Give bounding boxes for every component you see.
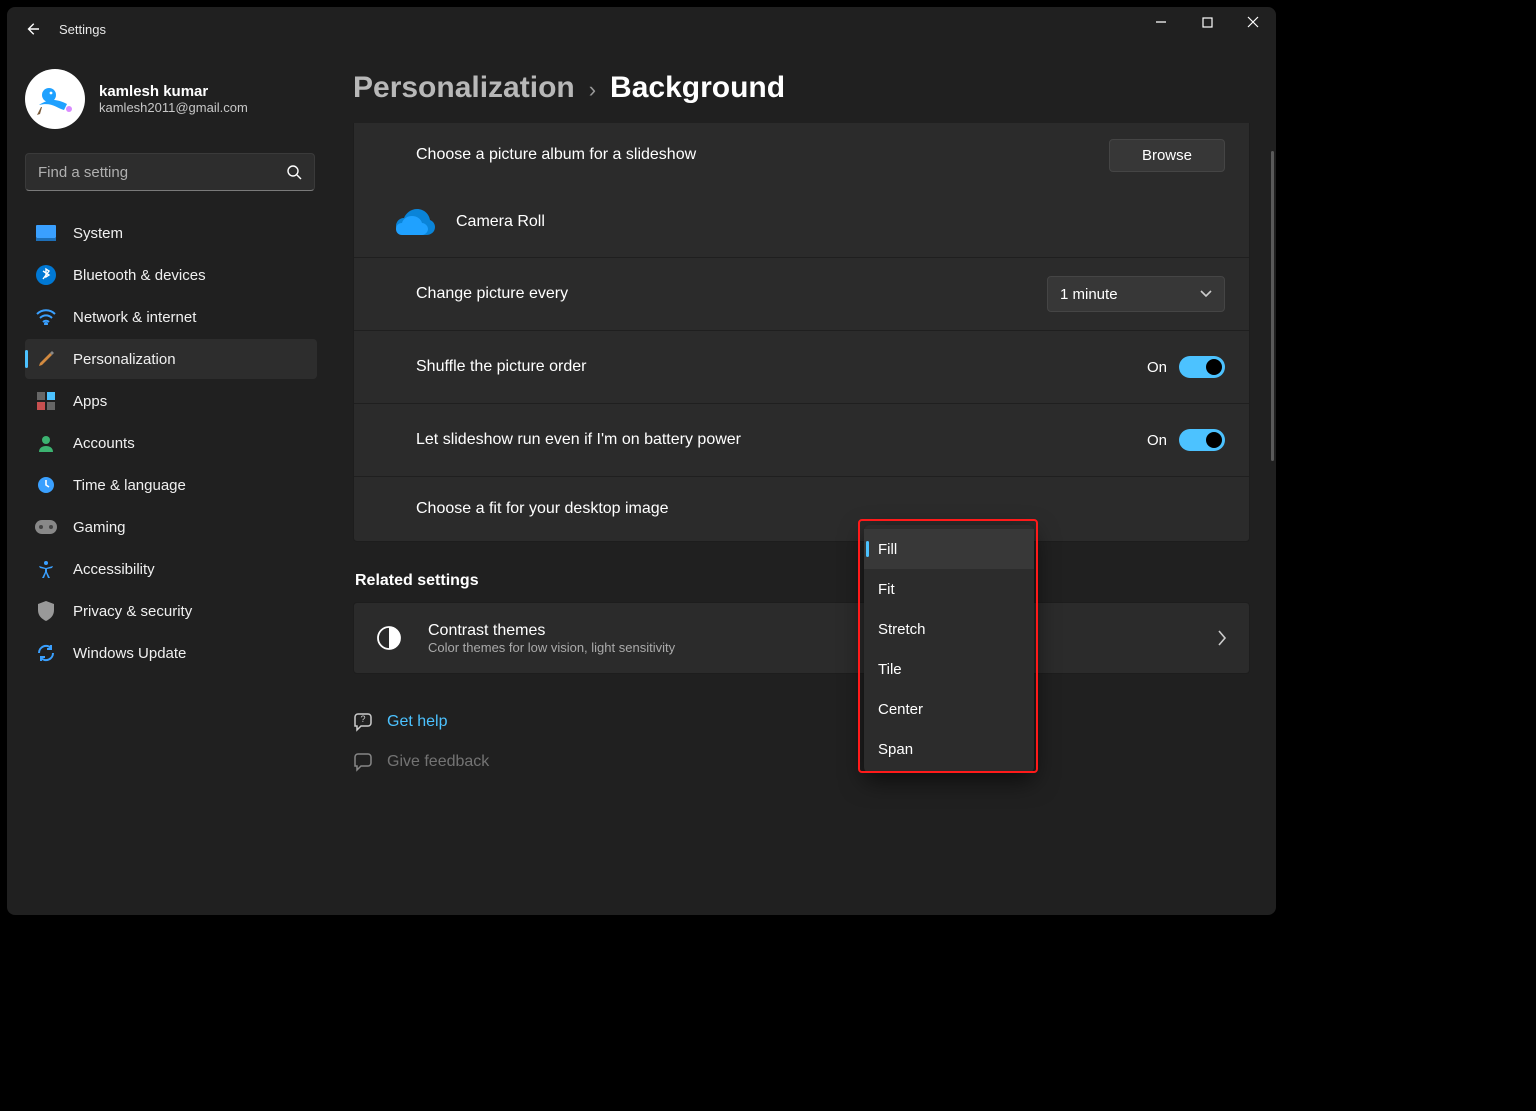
nav-label: Accessibility [73, 561, 155, 578]
paintbrush-icon [35, 348, 57, 370]
interval-value: 1 minute [1060, 286, 1118, 303]
background-settings-panel: Choose a picture album for a slideshow B… [353, 123, 1250, 542]
nav-windows-update[interactable]: Windows Update [25, 633, 317, 673]
avatar [25, 69, 85, 129]
nav-time-language[interactable]: Time & language [25, 465, 317, 505]
nav-apps[interactable]: Apps [25, 381, 317, 421]
contrast-icon [376, 625, 402, 651]
nav-label: Windows Update [73, 645, 186, 662]
contrast-subtitle: Color themes for low vision, light sensi… [428, 640, 675, 655]
apps-icon [35, 390, 57, 412]
chevron-right-icon [1217, 630, 1227, 646]
fit-label: Choose a fit for your desktop image [416, 500, 1225, 518]
fit-dropdown: Fill Fit Stretch Tile Center Span [864, 525, 1034, 773]
feedback-icon [353, 752, 373, 772]
clock-icon [35, 474, 57, 496]
onedrive-icon [394, 207, 436, 237]
row-album: Choose a picture album for a slideshow B… [354, 123, 1249, 187]
battery-toggle[interactable] [1179, 429, 1225, 451]
nav-network[interactable]: Network & internet [25, 297, 317, 337]
fit-option-center[interactable]: Center [864, 689, 1034, 729]
contrast-title: Contrast themes [428, 622, 675, 640]
album-name: Camera Roll [456, 213, 1225, 231]
shuffle-label: Shuffle the picture order [416, 358, 1147, 376]
fit-option-fill[interactable]: Fill [864, 529, 1034, 569]
accessibility-icon [35, 558, 57, 580]
profile-name: kamlesh kumar [99, 83, 248, 100]
shuffle-state: On [1147, 359, 1167, 376]
nav-accounts[interactable]: Accounts [25, 423, 317, 463]
scrollbar[interactable] [1271, 151, 1274, 461]
chevron-down-icon [1200, 290, 1212, 298]
battery-label: Let slideshow run even if I'm on battery… [416, 431, 1147, 449]
nav-label: Accounts [73, 435, 135, 452]
related-heading: Related settings [355, 572, 1250, 590]
settings-window: Settings kamlesh kumar kamlesh2011@gmail… [7, 7, 1276, 915]
battery-state: On [1147, 432, 1167, 449]
nav-label: Personalization [73, 351, 176, 368]
row-battery: Let slideshow run even if I'm on battery… [354, 404, 1249, 476]
nav-privacy[interactable]: Privacy & security [25, 591, 317, 631]
close-button[interactable] [1230, 7, 1276, 37]
fit-option-tile[interactable]: Tile [864, 649, 1034, 689]
nav-bluetooth[interactable]: Bluetooth & devices [25, 255, 317, 295]
nav-label: Network & internet [73, 309, 196, 326]
gamepad-icon [35, 516, 57, 538]
album-label: Choose a picture album for a slideshow [416, 146, 1109, 164]
row-album-selected: Camera Roll [354, 187, 1249, 257]
breadcrumb: Personalization › Background [353, 71, 1250, 105]
nav-system[interactable]: System [25, 213, 317, 253]
svg-text:?: ? [360, 714, 365, 724]
help-links: ? Get help Give feedback [353, 702, 1250, 782]
update-icon [35, 642, 57, 664]
row-change-interval: Change picture every 1 minute [354, 258, 1249, 330]
back-button[interactable] [25, 22, 39, 36]
search-icon [286, 164, 302, 180]
search-box[interactable] [25, 153, 315, 191]
related-contrast-themes[interactable]: Contrast themes Color themes for low vis… [353, 602, 1250, 674]
profile[interactable]: kamlesh kumar kamlesh2011@gmail.com [25, 69, 317, 129]
breadcrumb-current: Background [610, 71, 785, 105]
fit-option-fit[interactable]: Fit [864, 569, 1034, 609]
nav-personalization[interactable]: Personalization [25, 339, 317, 379]
give-feedback-label: Give feedback [387, 753, 489, 771]
fit-option-stretch[interactable]: Stretch [864, 609, 1034, 649]
fit-option-span[interactable]: Span [864, 729, 1034, 769]
titlebar: Settings [7, 7, 1276, 51]
shield-icon [35, 600, 57, 622]
content-area: Personalization › Background Choose a pi… [327, 51, 1276, 915]
nav-label: Time & language [73, 477, 186, 494]
nav-label: Gaming [73, 519, 126, 536]
row-shuffle: Shuffle the picture order On [354, 331, 1249, 403]
sidebar: kamlesh kumar kamlesh2011@gmail.com Syst… [7, 51, 327, 915]
nav-gaming[interactable]: Gaming [25, 507, 317, 547]
person-icon [35, 432, 57, 454]
bluetooth-icon [35, 264, 57, 286]
help-icon: ? [353, 712, 373, 732]
interval-label: Change picture every [416, 285, 1047, 303]
nav-label: System [73, 225, 123, 242]
nav-accessibility[interactable]: Accessibility [25, 549, 317, 589]
nav-label: Bluetooth & devices [73, 267, 206, 284]
system-icon [35, 222, 57, 244]
breadcrumb-parent[interactable]: Personalization [353, 71, 575, 105]
profile-email: kamlesh2011@gmail.com [99, 100, 248, 115]
breadcrumb-separator-icon: › [589, 77, 596, 103]
app-title: Settings [59, 22, 106, 37]
search-input[interactable] [38, 164, 286, 181]
get-help-label: Get help [387, 713, 447, 731]
nav-label: Privacy & security [73, 603, 192, 620]
nav-list: System Bluetooth & devices Network & int… [25, 213, 317, 673]
browse-button[interactable]: Browse [1109, 139, 1225, 172]
give-feedback-link[interactable]: Give feedback [353, 742, 1250, 782]
row-fit: Choose a fit for your desktop image [354, 477, 1249, 541]
wifi-icon [35, 306, 57, 328]
interval-select[interactable]: 1 minute [1047, 276, 1225, 312]
minimize-button[interactable] [1138, 7, 1184, 37]
nav-label: Apps [73, 393, 107, 410]
shuffle-toggle[interactable] [1179, 356, 1225, 378]
maximize-button[interactable] [1184, 7, 1230, 37]
get-help-link[interactable]: ? Get help [353, 702, 1250, 742]
